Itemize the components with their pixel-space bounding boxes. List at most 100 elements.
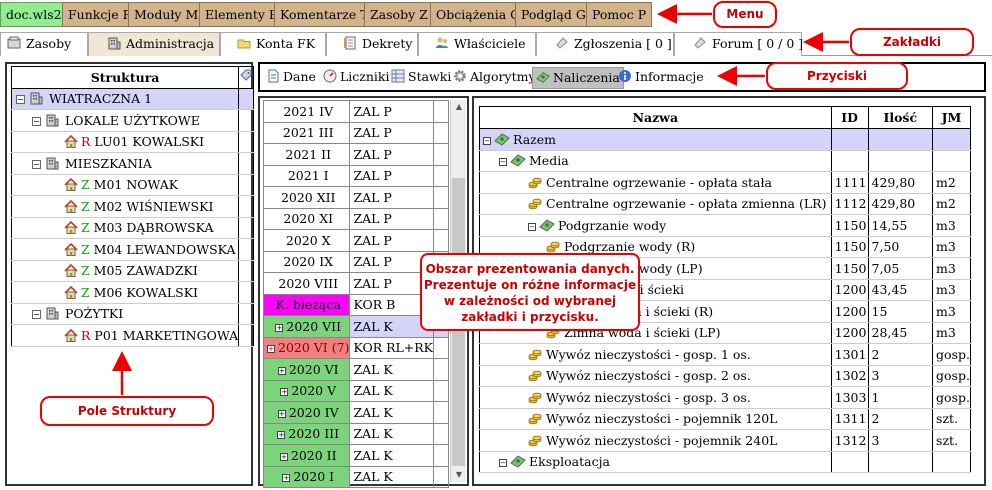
structure-row[interactable]: Z M05 ZAWADZKI <box>11 260 254 282</box>
column-header[interactable]: Ilość <box>867 106 934 129</box>
menu-podglad[interactable]: Podgląd G <box>515 2 592 27</box>
period-cell[interactable]: 2021 III <box>262 121 351 144</box>
tab-wlasciciele[interactable]: Właściciele <box>418 32 536 56</box>
period-row[interactable]: +2020 VI (7) KOR RL+RK <box>262 336 449 359</box>
period-cell[interactable]: 2020 IX <box>262 250 351 273</box>
collapse-toggle[interactable]: − <box>32 159 41 169</box>
period-cell[interactable]: 2020 VIII <box>262 272 351 295</box>
button-naliczenia[interactable]: Naliczenia <box>532 67 624 89</box>
collapse-toggle[interactable]: − <box>32 116 41 126</box>
expand-toggle[interactable]: + <box>267 345 275 354</box>
tab-zgloszenia[interactable]: Zgłoszenia [ 0 ] <box>536 32 674 56</box>
structure-row[interactable]: Z M04 LEWANDOWSKA <box>11 238 254 261</box>
menu-zasoby[interactable]: Zasoby Z <box>364 2 434 27</box>
period-cell[interactable]: 2021 IV <box>262 100 351 123</box>
button-dane[interactable]: Dane <box>263 67 319 89</box>
period-cell[interactable]: +2020 V <box>262 379 351 402</box>
period-row[interactable]: 2021 I ZAL P <box>262 164 449 187</box>
tab-dekrety[interactable]: Dekrety <box>326 32 418 56</box>
collapse-toggle[interactable]: − <box>499 459 507 468</box>
menu-elementy[interactable]: Elementy E <box>199 2 285 27</box>
button-algorytmy[interactable]: Algorytmy <box>450 67 539 89</box>
scroll-up-icon[interactable]: ▲ <box>451 100 467 114</box>
charge-row[interactable]: − Media <box>479 150 971 172</box>
period-row[interactable]: 2021 II ZAL P <box>262 143 449 166</box>
column-header[interactable]: ID <box>830 106 869 129</box>
structure-row[interactable]: − WIATRACZNA 1 <box>11 88 254 110</box>
charge-row[interactable]: Wywóz nieczystości - pojemnik 120L 1311 2 s… <box>479 408 971 430</box>
period-cell[interactable]: 2021 II <box>262 143 351 166</box>
expand-toggle[interactable]: + <box>275 323 284 332</box>
charge-row[interactable]: Wywóz nieczystości - gosp. 3 os. 1303 1 gos… <box>479 386 971 409</box>
period-cell[interactable]: +2020 II <box>262 444 351 467</box>
period-row[interactable]: +2020 I ZAL K <box>262 465 449 488</box>
menu-funkcje[interactable]: Funkcje F <box>62 2 138 27</box>
collapse-toggle[interactable]: − <box>483 136 491 145</box>
charge-row[interactable]: − Podgrzanie wody 1150 14,55 m3 <box>479 214 971 237</box>
structure-row[interactable]: Z M03 DĄBROWSKA <box>11 217 254 239</box>
charge-row[interactable]: Centralne ogrzewanie - opłata stała 1111 4… <box>479 171 971 194</box>
structure-row[interactable]: Z M06 KOWALSKI <box>11 281 254 304</box>
period-cell[interactable]: +2020 VI (7) <box>262 336 351 359</box>
period-row[interactable]: +2020 V ZAL K <box>262 379 449 402</box>
charge-row[interactable]: Wywóz nieczystości - gosp. 1 os. 1301 2 gos… <box>479 343 971 366</box>
structure-row[interactable]: − MIESZKANIA <box>11 152 254 175</box>
structure-row[interactable]: − POŻYTKI <box>11 303 254 325</box>
charge-row[interactable]: Wywóz nieczystości - gosp. 2 os. 1302 3 gos… <box>479 365 971 387</box>
button-stawki[interactable]: Stawki <box>388 67 454 89</box>
structure-row[interactable]: Z M01 NOWAK <box>11 174 254 196</box>
structure-row[interactable]: Z M02 WIŚNIEWSKI <box>11 195 254 218</box>
expand-toggle[interactable]: + <box>280 388 289 397</box>
charge-row[interactable]: − Eksploatacja <box>479 451 971 473</box>
charge-row[interactable]: Centralne ogrzewanie - opłata zmienna (L… <box>479 193 971 215</box>
menu-obciazenia[interactable]: Obciążenia O <box>430 2 527 27</box>
period-row[interactable]: 2020 XII ZAL P <box>262 186 449 209</box>
period-cell[interactable]: K. bieżąca <box>262 293 351 316</box>
period-row[interactable]: +2020 VI ZAL K <box>262 358 449 381</box>
column-header[interactable]: JM <box>932 106 971 129</box>
period-cell[interactable]: +2020 III <box>262 422 351 445</box>
column-header[interactable]: Nazwa <box>479 106 832 129</box>
period-row[interactable]: +2020 IV ZAL K <box>262 401 449 424</box>
period-cell[interactable]: +2020 IV <box>262 401 351 424</box>
expand-toggle[interactable]: + <box>277 409 286 418</box>
period-row[interactable]: +2020 III ZAL K <box>262 422 449 445</box>
charge-row[interactable]: Wywóz nieczystości - pojemnik 240L 1312 3 s… <box>479 429 971 452</box>
collapse-toggle[interactable]: − <box>499 158 507 167</box>
menu-moduly[interactable]: Moduły M <box>128 2 205 27</box>
charge-quantity <box>867 150 933 172</box>
period-row[interactable]: 2021 III ZAL P <box>262 121 449 144</box>
menu-komentarze[interactable]: Komentarze T <box>274 2 375 27</box>
status-flag: Z <box>81 241 90 257</box>
collapse-toggle[interactable]: − <box>32 310 41 320</box>
tab-administracja[interactable]: Administracja <box>88 32 220 56</box>
period-cell[interactable]: +2020 VII <box>262 315 351 338</box>
structure-row[interactable]: − LOKALE UŻYTKOWE <box>11 109 254 132</box>
period-row[interactable]: +2020 II ZAL K <box>262 444 449 467</box>
tab-forum[interactable]: Forum [ 0 / 0 ] <box>674 32 803 56</box>
expand-toggle[interactable]: + <box>277 366 286 375</box>
period-row[interactable]: 2021 IV ZAL P <box>262 100 449 123</box>
expand-toggle[interactable]: + <box>282 474 291 483</box>
period-cell[interactable]: 2020 XI <box>262 207 351 230</box>
period-row[interactable]: 2020 X ZAL P <box>262 229 449 252</box>
period-row[interactable]: 2020 XI ZAL P <box>262 207 449 230</box>
scroll-down-icon[interactable]: ▼ <box>451 468 467 482</box>
charge-row[interactable]: − Razem <box>479 128 971 151</box>
expand-toggle[interactable]: + <box>279 452 288 461</box>
menu-pomoc[interactable]: Pomoc P <box>586 2 653 27</box>
period-cell[interactable]: 2021 I <box>262 164 351 187</box>
button-informacje[interactable]: Informacje <box>615 67 707 89</box>
expand-toggle[interactable]: + <box>277 431 286 440</box>
period-cell[interactable]: 2020 X <box>262 229 351 252</box>
period-cell[interactable]: +2020 VI <box>262 358 351 381</box>
button-liczniki[interactable]: Liczniki <box>320 67 393 89</box>
structure-row[interactable]: R P01 MARKETINGOWA <box>11 324 254 347</box>
tab-konta-fk[interactable]: Konta FK <box>220 32 326 56</box>
structure-row[interactable]: R LU01 KOWALSKI <box>11 131 254 153</box>
collapse-toggle[interactable]: − <box>16 95 25 105</box>
collapse-toggle[interactable]: − <box>528 222 536 231</box>
tab-zasoby[interactable]: Zasoby <box>0 32 88 56</box>
period-cell[interactable]: +2020 I <box>262 465 351 488</box>
period-cell[interactable]: 2020 XII <box>262 186 351 209</box>
